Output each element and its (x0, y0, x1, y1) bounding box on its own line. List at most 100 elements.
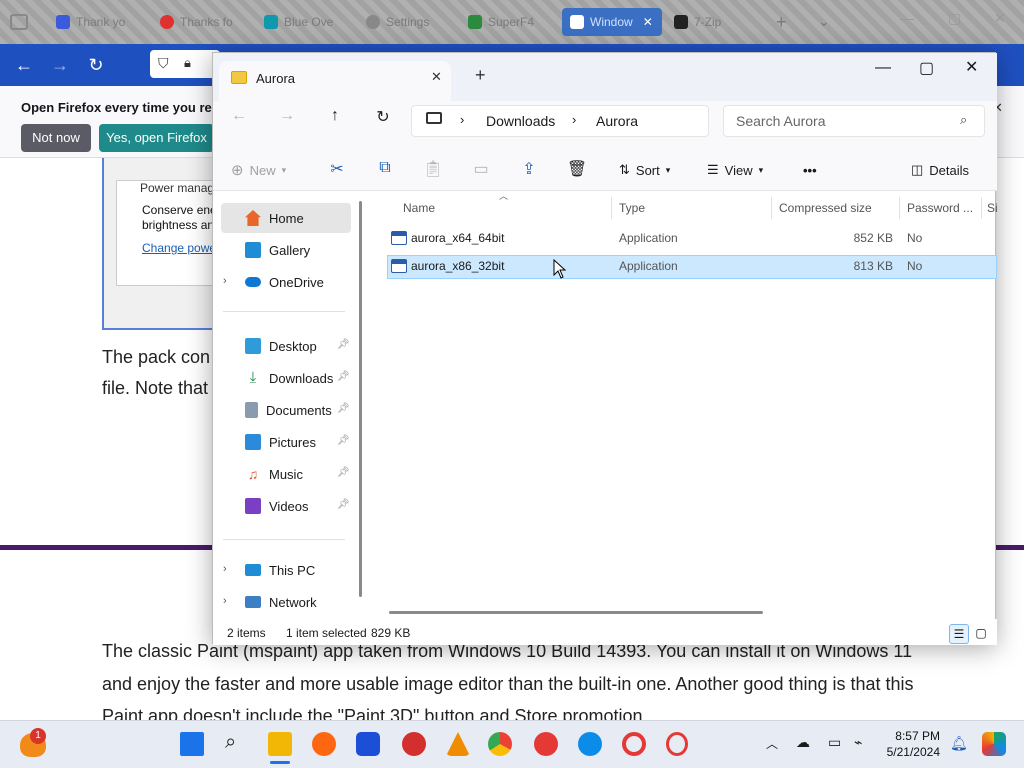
up-icon[interactable]: ↑ (323, 107, 347, 125)
file-row-selected[interactable]: aurora_x86_32bit Application 813 KB No (387, 255, 997, 279)
chevron-right-icon[interactable]: › (572, 112, 576, 127)
pin-icon[interactable]: 📌︎ (337, 435, 350, 446)
opera-icon[interactable] (622, 732, 646, 756)
delete-icon[interactable]: 🗑︎ (565, 159, 589, 179)
column-header-type[interactable]: Type (619, 201, 645, 215)
back-icon[interactable]: ← (11, 52, 37, 78)
column-separator[interactable] (981, 197, 982, 219)
search-icon[interactable]: ⌕ (225, 731, 236, 754)
view-button[interactable]: ☰ View ▾ (707, 159, 763, 181)
pin-icon[interactable]: 📌︎ (337, 371, 350, 382)
forward-icon[interactable]: → (47, 52, 73, 78)
explorer-tab[interactable]: Aurora ✕ (219, 61, 451, 101)
sidebar-item-music[interactable]: ♫ Music (221, 459, 351, 489)
tab-manager-icon[interactable] (10, 14, 28, 30)
minimize-icon[interactable]: — (900, 10, 914, 26)
opera-gx-icon[interactable] (534, 732, 558, 756)
new-tab-icon[interactable]: + (776, 12, 787, 33)
maximize-icon[interactable]: ▢ (948, 10, 961, 27)
browser-tab[interactable]: Thank yo (48, 8, 144, 36)
sidebar-item-pictures[interactable]: Pictures (221, 427, 351, 457)
malwarebytes-icon[interactable] (356, 732, 380, 756)
column-header-password[interactable]: Password ... (907, 201, 973, 215)
more-options-button[interactable]: ••• (803, 159, 817, 181)
opera-browser-icon[interactable] (666, 732, 688, 756)
sidebar-item-gallery[interactable]: Gallery (221, 235, 351, 265)
clock-date[interactable]: 5/21/2024 (870, 745, 940, 759)
clock-time[interactable]: 8:57 PM (870, 729, 940, 743)
sidebar-item-home[interactable]: Home (221, 203, 351, 233)
paste-icon[interactable]: 📋︎ (421, 159, 445, 179)
file-explorer-icon[interactable] (268, 732, 292, 756)
network-status-icon[interactable]: ⌁ (854, 734, 862, 751)
sidebar-item-this-pc[interactable]: This PC (221, 555, 351, 585)
copilot-icon[interactable] (982, 732, 1006, 756)
browser-tab[interactable]: 7-Zip (666, 8, 766, 36)
column-header-size[interactable]: Si (987, 201, 998, 215)
maximize-icon[interactable]: ▢ (919, 58, 934, 78)
close-window-icon[interactable]: ✕ (965, 57, 978, 77)
column-header-name[interactable]: Name (403, 201, 435, 215)
reload-icon[interactable]: ↻ (83, 52, 109, 78)
tab-title: Aurora (256, 71, 296, 86)
chevron-down-icon[interactable]: ⌄ (818, 13, 830, 30)
new-tab-icon[interactable]: + (475, 65, 486, 86)
details-button[interactable]: ◫ Details (911, 159, 969, 181)
breadcrumb-aurora[interactable]: Aurora (596, 113, 638, 129)
pin-icon[interactable]: 📌︎ (337, 403, 350, 414)
breadcrumb-downloads[interactable]: Downloads (486, 113, 555, 129)
close-tab-icon[interactable]: ✕ (431, 69, 442, 85)
column-separator[interactable] (899, 197, 900, 219)
sidebar-item-videos[interactable]: Videos (221, 491, 351, 521)
sidebar-item-onedrive[interactable]: OneDrive (221, 267, 351, 297)
cut-icon[interactable]: ✂ (325, 159, 349, 179)
firefox-icon[interactable] (312, 732, 336, 756)
column-header-compressed-size[interactable]: Compressed size (779, 201, 872, 215)
horizontal-scrollbar[interactable] (389, 611, 763, 614)
minimize-icon[interactable]: — (875, 59, 891, 77)
close-tab-icon[interactable]: ✕ (643, 15, 653, 29)
chevron-up-icon[interactable]: ︿ (766, 735, 778, 752)
sidebar-item-downloads[interactable]: ⤓ Downloads (221, 363, 351, 393)
new-button[interactable]: ⊕ New ▾ (231, 159, 286, 181)
file-row[interactable]: aurora_x64_64bit Application 852 KB No (387, 227, 997, 251)
tiles-view-icon[interactable]: ▢ (971, 624, 991, 644)
sort-button[interactable]: ⇅ Sort ▾ (619, 159, 670, 181)
browser-tab[interactable]: Blue Ove (256, 8, 356, 36)
edge-icon[interactable] (578, 732, 602, 756)
sidebar-scrollbar[interactable] (359, 201, 362, 597)
browser-tab-active[interactable]: Window ✕ (562, 8, 662, 36)
copy-icon[interactable]: ⧉ (373, 159, 397, 177)
close-icon[interactable]: ✕ (994, 10, 1006, 27)
back-icon[interactable]: ← (227, 107, 251, 125)
url-bar[interactable]: ⛉ 🔒︎ (150, 50, 220, 78)
not-now-button[interactable]: Not now (21, 124, 91, 152)
forward-icon[interactable]: → (275, 107, 299, 125)
ccleaner-icon[interactable] (402, 732, 426, 756)
refresh-icon[interactable]: ↻ (371, 107, 395, 127)
chrome-icon[interactable] (488, 732, 512, 756)
browser-tab[interactable]: Settings (358, 8, 458, 36)
sidebar-item-desktop[interactable]: Desktop (221, 331, 351, 361)
share-icon[interactable]: ⇪ (517, 159, 541, 179)
bell-icon[interactable]: 🔔︎ (950, 735, 968, 752)
pin-icon[interactable]: 📌︎ (337, 339, 350, 350)
sidebar-item-documents[interactable]: Documents (221, 395, 351, 425)
chevron-right-icon[interactable]: › (460, 112, 464, 127)
start-icon[interactable] (180, 732, 204, 756)
browser-tab[interactable]: Thanks fo (152, 8, 252, 36)
sidebar-item-network[interactable]: Network (221, 587, 351, 617)
onedrive-status-icon[interactable]: ☁ (796, 734, 810, 751)
open-firefox-button[interactable]: Yes, open Firefox (99, 124, 214, 152)
search-box[interactable]: Search Aurora ⌕ (723, 105, 985, 137)
column-separator[interactable] (611, 197, 612, 219)
power-link[interactable]: Change powe (142, 241, 216, 255)
display-icon[interactable]: ▭ (828, 734, 841, 751)
pin-icon[interactable]: 📌︎ (337, 467, 350, 478)
address-bar[interactable]: › Downloads › Aurora (411, 105, 709, 137)
details-view-icon[interactable]: ☰ (949, 624, 969, 644)
column-separator[interactable] (771, 197, 772, 219)
rename-icon[interactable]: ▭ (469, 159, 493, 179)
pin-icon[interactable]: 📌︎ (337, 499, 350, 510)
browser-tab[interactable]: SuperF4 (460, 8, 560, 36)
